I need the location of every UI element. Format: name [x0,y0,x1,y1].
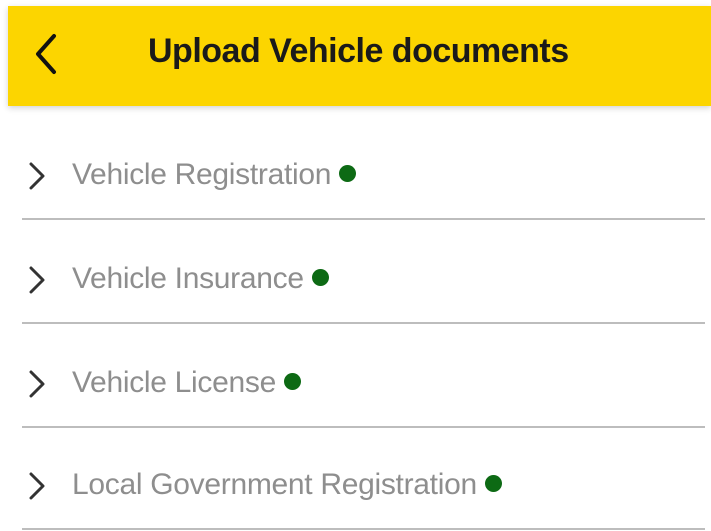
upload-vehicle-documents-screen: Upload Vehicle documents Vehicle Registr… [0,0,711,531]
document-label: Vehicle Insurance [72,262,304,295]
document-item-local-government-registration[interactable]: Local Government Registration [0,434,711,530]
status-dot-icon [484,474,502,492]
document-item-vehicle-insurance[interactable]: Vehicle Insurance [0,228,711,324]
chevron-left-icon [36,34,56,74]
document-item-vehicle-license[interactable]: Vehicle License [0,332,711,428]
chevron-right-icon [29,266,45,294]
status-dot-icon [339,164,357,182]
divider [22,528,705,530]
back-button[interactable] [24,30,68,78]
document-label: Local Government Registration [72,468,477,501]
app-bar: Upload Vehicle documents [8,6,711,106]
divider [22,218,705,220]
chevron-right-icon [29,370,45,398]
status-dot-icon [311,268,329,286]
page-title: Upload Vehicle documents [148,32,569,70]
document-label: Vehicle License [72,366,276,399]
divider [22,322,705,324]
document-item-vehicle-registration[interactable]: Vehicle Registration [0,124,711,220]
chevron-right-icon [29,472,45,500]
chevron-right-icon [29,162,45,190]
divider [22,426,705,428]
document-label: Vehicle Registration [72,158,332,191]
status-dot-icon [283,372,301,390]
